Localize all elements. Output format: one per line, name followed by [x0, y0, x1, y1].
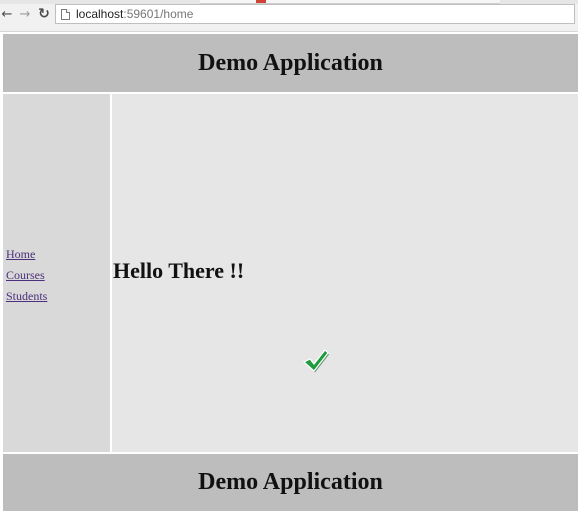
header-title: Demo Application: [198, 49, 383, 76]
url-host: localhost: [76, 7, 124, 21]
back-arrow-icon[interactable]: ←: [0, 7, 14, 21]
url-path: :59601/home: [123, 7, 194, 21]
page-header: Demo Application: [3, 34, 578, 92]
tab-favicon: [256, 0, 266, 3]
home-link[interactable]: Home: [6, 247, 35, 261]
main-heading: Hello There !!: [113, 258, 245, 283]
page-icon: [61, 8, 70, 20]
reload-icon[interactable]: ↻: [37, 7, 51, 21]
page-footer: Demo Application: [3, 454, 578, 511]
footer-title: Demo Application: [198, 469, 383, 495]
checkmark-icon: [302, 349, 329, 373]
sidebar-item-courses: Courses: [6, 266, 47, 282]
sidebar-nav: Home Courses Students: [6, 245, 47, 308]
sidebar: Home Courses Students: [3, 94, 110, 452]
courses-link[interactable]: Courses: [6, 268, 45, 282]
browser-toolbar: ← → ↻ localhost:59601/home: [0, 0, 578, 32]
sidebar-item-students: Students: [6, 287, 47, 303]
main-content: Hello There !!: [112, 94, 578, 452]
sidebar-item-home: Home: [6, 245, 47, 261]
page-content: Demo Application Home Courses Students H…: [3, 34, 578, 511]
forward-arrow-icon[interactable]: →: [18, 7, 32, 21]
address-bar[interactable]: localhost:59601/home: [55, 4, 575, 24]
students-link[interactable]: Students: [6, 289, 47, 303]
